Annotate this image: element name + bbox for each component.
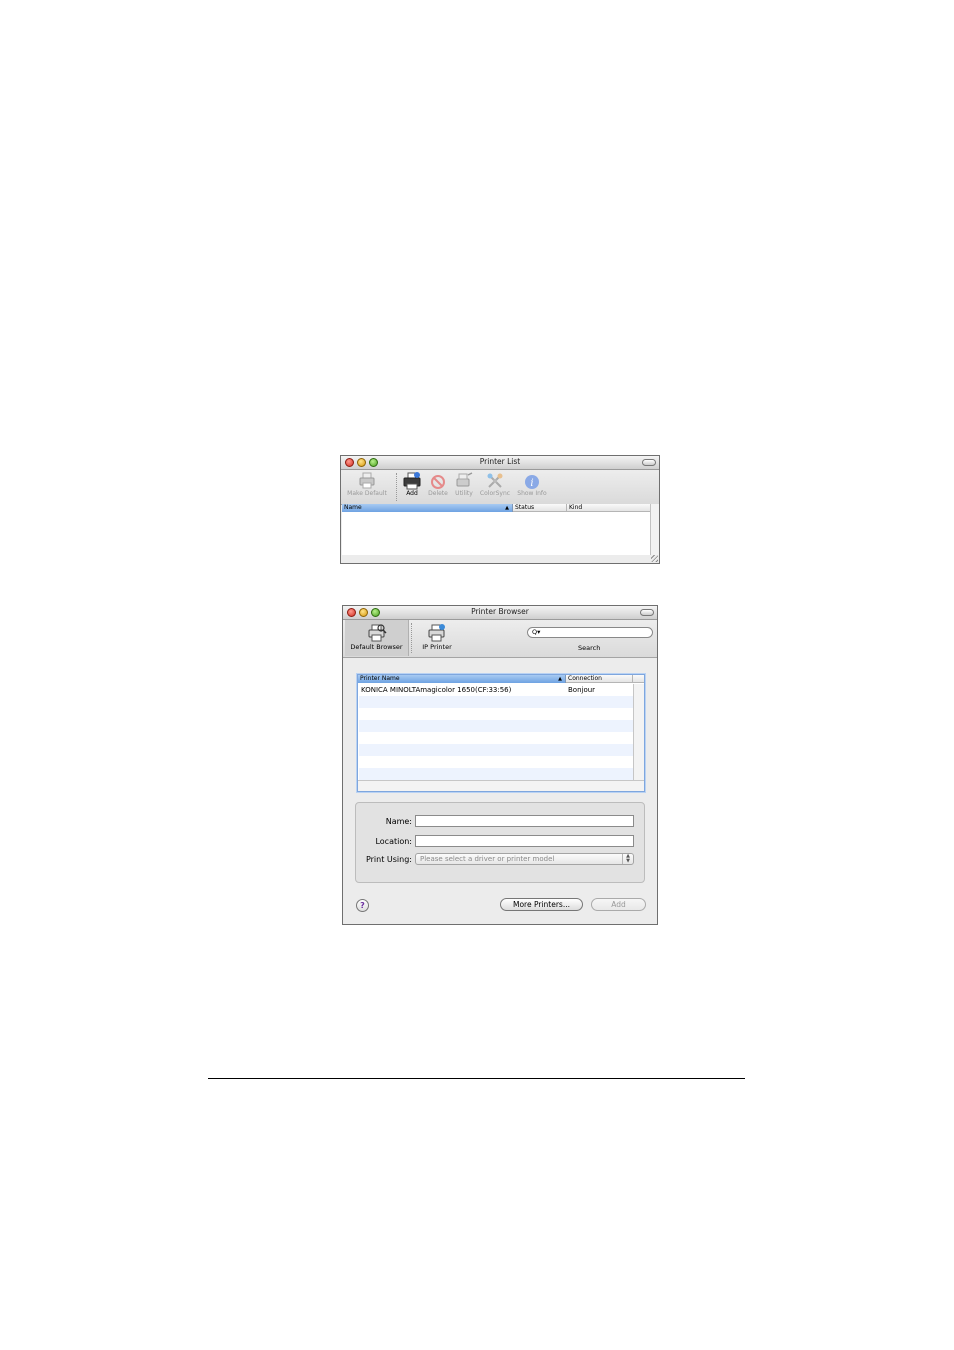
header-label: Connection (568, 675, 602, 682)
header-label: Kind (569, 504, 583, 511)
sort-ascending-icon: ▲ (505, 505, 509, 511)
make-default-button[interactable]: Make Default (343, 472, 391, 497)
printer-browser-window: Printer Browser Default Browser IP Print… (342, 605, 658, 925)
more-printers-button[interactable]: More Printers... (500, 898, 583, 911)
column-header-corner (633, 675, 644, 683)
printer-list-table: Name ▲ Status Kind (342, 504, 653, 555)
print-using-label: Print Using: (365, 855, 412, 864)
tab-default-browser[interactable]: Default Browser (345, 620, 409, 656)
info-icon: i (525, 475, 539, 489)
resize-grip-icon[interactable] (651, 555, 658, 562)
column-header-kind[interactable]: Kind (567, 504, 653, 512)
empty-table-row (359, 768, 633, 780)
colorsync-icon (487, 473, 503, 488)
help-button[interactable]: ? (356, 899, 369, 912)
toolbar-toggle-icon[interactable] (640, 609, 654, 616)
toolbar-separator (411, 623, 412, 653)
add-printer-icon (403, 472, 421, 490)
toolbar-label: ColorSync (479, 490, 511, 497)
window-title: Printer Browser (471, 607, 529, 616)
table-row[interactable]: KONICA MINOLTAmagicolor 1650(CF:33:56) B… (359, 684, 633, 696)
show-info-button[interactable]: i Show Info (515, 472, 549, 497)
horizontal-scrollbar[interactable] (358, 780, 644, 791)
vertical-scrollbar[interactable] (633, 684, 644, 781)
utility-icon (456, 472, 473, 487)
toolbar-label: Make Default (347, 490, 387, 497)
location-label: Location: (375, 837, 412, 846)
toolbar-separator (396, 473, 397, 501)
popup-value: Please select a driver or printer model (420, 855, 555, 863)
search-label: Search (578, 644, 601, 652)
tab-ip-printer[interactable]: IP Printer (417, 620, 457, 651)
empty-table-row (359, 756, 633, 768)
vertical-scrollbar[interactable] (650, 504, 659, 555)
sort-ascending-icon: ▲ (558, 676, 562, 682)
empty-table-row (359, 696, 633, 708)
ip-printer-icon (428, 624, 445, 642)
add-button[interactable]: Add (401, 472, 423, 497)
empty-table-row (359, 720, 633, 732)
search-field[interactable]: Q▾ (527, 627, 653, 638)
printer-info-group: Name: Location: Print Using: Please sele… (355, 802, 645, 883)
print-using-popup[interactable]: Please select a driver or printer model … (415, 853, 634, 865)
toolbar-label: Utility (455, 490, 473, 497)
tab-label: IP Printer (422, 643, 452, 651)
add-button[interactable]: Add (591, 898, 646, 911)
printer-browser-toolbar: Default Browser IP Printer Q▾ Search (343, 620, 657, 658)
empty-table-row (359, 708, 633, 720)
colorsync-button[interactable]: ColorSync (478, 472, 512, 497)
column-header-connection[interactable]: Connection (566, 675, 633, 683)
popup-arrows-icon: ▲ ▼ (622, 854, 633, 864)
window-title: Printer List (479, 457, 521, 466)
delete-icon (431, 475, 445, 489)
tab-label: Default Browser (350, 643, 403, 651)
connection-cell: Bonjour (568, 686, 596, 694)
search-icon: Q▾ (532, 628, 541, 636)
column-header-printer-name[interactable]: Printer Name ▲ (358, 675, 566, 683)
printer-name-cell: KONICA MINOLTAmagicolor 1650(CF:33:56) (361, 686, 512, 694)
printer-browser-titlebar: Printer Browser (343, 606, 657, 620)
empty-table-row (359, 732, 633, 744)
printer-list-titlebar: Printer List (341, 456, 659, 470)
toolbar-label: Show Info (517, 490, 547, 497)
header-label: Status (515, 504, 535, 511)
utility-button[interactable]: Utility (452, 472, 476, 497)
toolbar-toggle-icon[interactable] (642, 459, 656, 466)
printer-table: Printer Name ▲ Connection KONICA MINOLTA… (357, 674, 645, 792)
toolbar-label: Delete (428, 490, 448, 497)
default-browser-icon (368, 624, 387, 642)
page-divider (208, 1078, 745, 1079)
empty-table-row (359, 744, 633, 756)
column-header-name[interactable]: Name ▲ (342, 504, 513, 512)
svg-text:i: i (530, 478, 533, 489)
toolbar-label: Add (406, 490, 418, 497)
printer-list-toolbar: Make Default Add Delete Utility ColorSyn… (341, 470, 659, 505)
printer-icon (359, 472, 375, 489)
header-label: Printer Name (360, 675, 400, 682)
delete-button[interactable]: Delete (426, 472, 450, 497)
location-field[interactable] (415, 835, 634, 847)
name-label: Name: (385, 817, 412, 826)
column-header-status[interactable]: Status (513, 504, 567, 512)
name-field[interactable] (415, 815, 634, 827)
printer-list-window: Printer List Make Default Add Delete Uti… (340, 455, 660, 564)
header-label: Name (344, 504, 362, 511)
